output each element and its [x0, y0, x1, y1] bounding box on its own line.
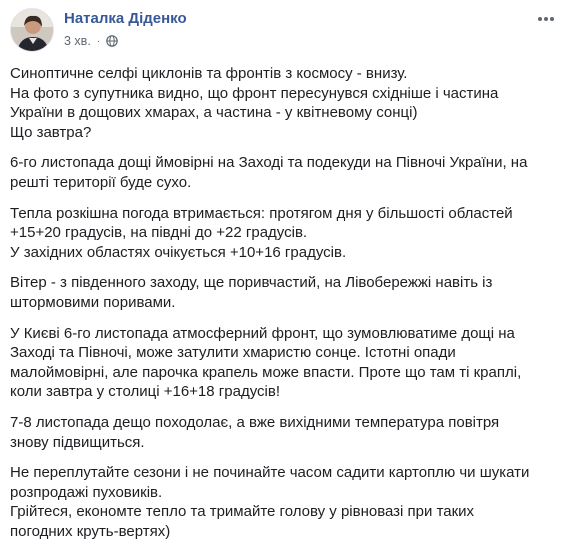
post-text-line: Грійтеся, економте тепло та тримайте гол…: [10, 503, 475, 521]
post-text-line: знову підвищиться.: [10, 433, 145, 451]
author-avatar[interactable]: [10, 8, 54, 52]
post-text-line: Синоптичне селфі циклонів та фронтів з к…: [10, 65, 408, 82]
globe-icon[interactable]: [106, 35, 118, 47]
post-paragraph: У Києві 6-го листопада атмосферний фронт…: [10, 324, 562, 402]
post-text-line: Вітер - з південного заходу, ще поривчас…: [10, 274, 493, 292]
post-paragraph: Синоптичне селфі циклонів та фронтів з к…: [10, 64, 562, 142]
post-paragraph: Тепла розкішна погода втримається: протя…: [10, 204, 562, 263]
author-name-link[interactable]: Наталка Діденко: [64, 10, 187, 27]
post-text-line: Заході та Півночі, може затулити хмарист…: [10, 344, 456, 362]
post-body: Синоптичне селфі циклонів та фронтів з к…: [10, 64, 562, 551]
post-paragraph: Вітер - з південного заходу, ще поривчас…: [10, 273, 562, 312]
post-text-line: У Києві 6-го листопада атмосферний фронт…: [10, 324, 515, 342]
post-text-line: На фото з супутника видно, що фронт пере…: [10, 84, 499, 102]
post-text-line: малоймовірні, але парочка крапель може в…: [10, 363, 522, 381]
post-text-line: штормовими поривами.: [10, 293, 176, 311]
avatar-photo-icon: [11, 9, 53, 51]
facebook-post: Наталка Діденко 3 хв. · Синоптичне селфі…: [0, 0, 569, 551]
post-text-line: України в дощових хмарах, а частина - у …: [10, 104, 418, 122]
post-text-line: +15+20 градусів, на півдні до +22 градус…: [10, 224, 308, 242]
post-text-line: Що завтра?: [10, 123, 92, 141]
post-text-line: погодних круть-вертях): [10, 522, 171, 540]
post-text-line: розпродажі пуховиків.: [10, 483, 163, 501]
post-paragraph: Не переплутайте сезони і не починайте ча…: [10, 463, 562, 541]
post-text-line: Не переплутайте сезони і не починайте ча…: [10, 464, 530, 482]
post-header: Наталка Діденко 3 хв. ·: [10, 8, 559, 54]
post-text-line: У західних областях очікується +10+16 гр…: [10, 243, 347, 261]
post-meta: 3 хв. ·: [64, 34, 118, 48]
post-paragraph: 7-8 листопада дещо походолає, а вже вихі…: [10, 413, 562, 452]
post-text-line: Тепла розкішна погода втримається: протя…: [10, 204, 513, 222]
post-text-line: 6-го листопада дощі ймовірні на Заході т…: [10, 154, 528, 172]
more-options-icon[interactable]: [535, 10, 557, 28]
post-text-line: коли завтра у столиці +16+18 градусів!: [10, 383, 280, 401]
post-text-line: 7-8 листопада дещо походолає, а вже вихі…: [10, 413, 500, 431]
post-timestamp-link[interactable]: 3 хв.: [64, 34, 91, 48]
post-text-line: решті території буде сухо.: [10, 173, 192, 191]
post-paragraph: 6-го листопада дощі ймовірні на Заході т…: [10, 153, 562, 192]
meta-separator: ·: [96, 35, 101, 47]
